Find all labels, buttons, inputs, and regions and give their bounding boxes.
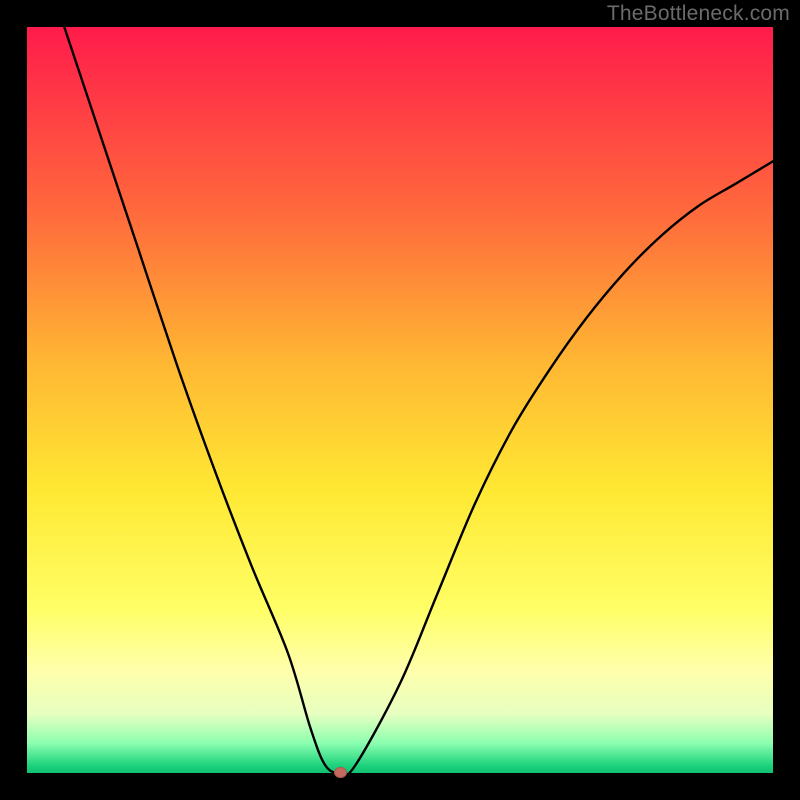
optimum-marker [334, 767, 347, 778]
watermark-text: TheBottleneck.com [607, 2, 790, 26]
plot-area [27, 27, 773, 773]
bottleneck-curve [27, 27, 773, 773]
